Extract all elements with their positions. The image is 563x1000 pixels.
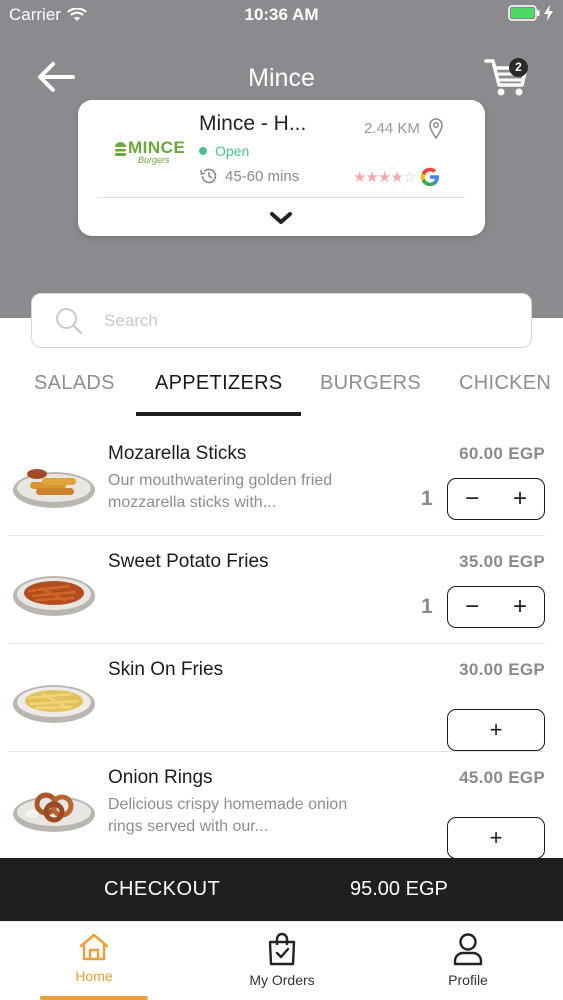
increment-button[interactable]: +	[505, 592, 535, 622]
delivery-time-label: 45-60 mins	[225, 167, 300, 185]
logo-subtext: Burgers	[138, 155, 170, 165]
search-bar[interactable]	[31, 293, 532, 348]
onion-rings-image	[13, 792, 95, 832]
restaurant-logo: MINCE Burgers	[114, 138, 185, 165]
status-dot	[199, 147, 207, 155]
history-clock-icon	[200, 168, 217, 184]
cart-count-badge: 2	[509, 58, 528, 77]
dish-name: Onion Rings	[108, 767, 213, 788]
menu-item-mozarella-sticks[interactable]: Mozarella Sticks Our mouthwatering golde…	[0, 428, 563, 536]
decrement-button[interactable]: −	[457, 484, 487, 514]
dish-description: Our mouthwatering golden fried mozzarell…	[108, 472, 333, 511]
dish-price: 45.00 EGP	[459, 768, 545, 787]
add-to-cart-button[interactable]: +	[447, 817, 545, 859]
nav-home-label: Home	[75, 968, 113, 984]
star-filled-icon: ★	[377, 169, 391, 186]
charging-icon	[544, 5, 553, 21]
nav-my-orders-label: My Orders	[249, 972, 315, 988]
dish-price: 35.00 EGP	[459, 552, 545, 571]
cart-button[interactable]: 2	[484, 56, 534, 102]
dish-quantity: 1	[421, 595, 433, 618]
rating: ★★★★☆	[353, 166, 441, 188]
tab-burgers[interactable]: BURGERS	[320, 372, 421, 395]
dish-name: Mozarella Sticks	[108, 443, 247, 464]
rating-stars: ★★★★☆	[353, 168, 416, 186]
menu-item-skin-on-fries[interactable]: Skin On Fries 30.00 EGP +	[0, 644, 563, 752]
tab-chicken[interactable]: CHICKEN	[459, 372, 551, 395]
open-status: Open	[199, 143, 249, 159]
dish-name: Sweet Potato Fries	[108, 551, 269, 572]
category-tabs: SALADS APPETIZERS BURGERS CHICKEN	[0, 362, 563, 418]
google-logo-icon	[421, 167, 440, 186]
dish-description: Delicious crispy homemade onion rings se…	[108, 796, 348, 835]
clock: 10:36 AM	[244, 5, 319, 24]
restaurant-card[interactable]: MINCE Burgers Mince - H... Open 45-60 mi…	[78, 100, 485, 236]
chevron-down-icon	[270, 212, 292, 224]
decrement-button[interactable]: −	[457, 592, 487, 622]
increment-button[interactable]: +	[505, 484, 535, 514]
star-empty-icon: ☆	[402, 169, 416, 186]
dish-name: Skin On Fries	[108, 659, 224, 680]
quantity-stepper: − +	[447, 586, 545, 628]
checkout-label: CHECKOUT	[104, 878, 221, 900]
location-pin-icon	[429, 118, 443, 139]
skin-on-fries-image	[13, 685, 95, 723]
dish-price: 30.00 EGP	[459, 660, 545, 679]
tab-salads[interactable]: SALADS	[34, 372, 115, 395]
page-title: Mince	[248, 64, 315, 92]
nav-profile-label: Profile	[448, 972, 488, 988]
card-divider	[98, 197, 465, 198]
nav-home[interactable]: Home	[24, 932, 164, 994]
shopping-bag-icon	[268, 932, 296, 966]
star-filled-icon: ★	[365, 169, 378, 186]
status-bar: Carrier 10:36 AM	[0, 0, 563, 30]
dish-price: 60.00 EGP	[459, 444, 545, 463]
expand-details-button[interactable]	[266, 206, 296, 230]
battery-group	[508, 5, 553, 21]
home-icon	[79, 933, 109, 961]
checkout-total: 95.00 EGP	[350, 878, 448, 900]
checkout-button[interactable]: CHECKOUT 95.00 EGP	[0, 858, 563, 921]
search-input[interactable]	[104, 304, 504, 338]
nav-profile[interactable]: Profile	[398, 932, 538, 994]
tab-appetizers[interactable]: APPETIZERS	[155, 372, 282, 395]
mozarella-sticks-image	[13, 469, 95, 508]
active-tab-indicator	[136, 412, 301, 416]
menu-item-onion-rings[interactable]: Onion Rings Delicious crispy homemade on…	[0, 752, 563, 860]
nav-my-orders[interactable]: My Orders	[212, 932, 352, 994]
active-nav-indicator	[40, 996, 148, 1000]
battery-icon	[508, 5, 540, 21]
sweet-potato-fries-image	[13, 576, 95, 616]
open-status-label: Open	[215, 143, 250, 159]
menu-item-sweet-potato-fries[interactable]: Sweet Potato Fries 35.00 EGP 1 − +	[0, 536, 563, 644]
burger-icon	[115, 142, 126, 156]
search-icon	[56, 308, 83, 335]
distance-label: 2.44 KM	[364, 119, 420, 137]
user-icon	[453, 933, 483, 966]
add-to-cart-button[interactable]: +	[447, 709, 545, 751]
star-filled-icon: ★	[390, 169, 403, 186]
quantity-stepper: − +	[447, 478, 545, 520]
delivery-time: 45-60 mins	[199, 166, 299, 186]
star-filled-icon: ★	[353, 169, 366, 186]
dish-quantity: 1	[421, 487, 433, 510]
distance: 2.44 KM	[364, 117, 444, 139]
bottom-navigation: Home My Orders Profile	[0, 921, 563, 1000]
restaurant-name: Mince - H...	[199, 112, 307, 135]
